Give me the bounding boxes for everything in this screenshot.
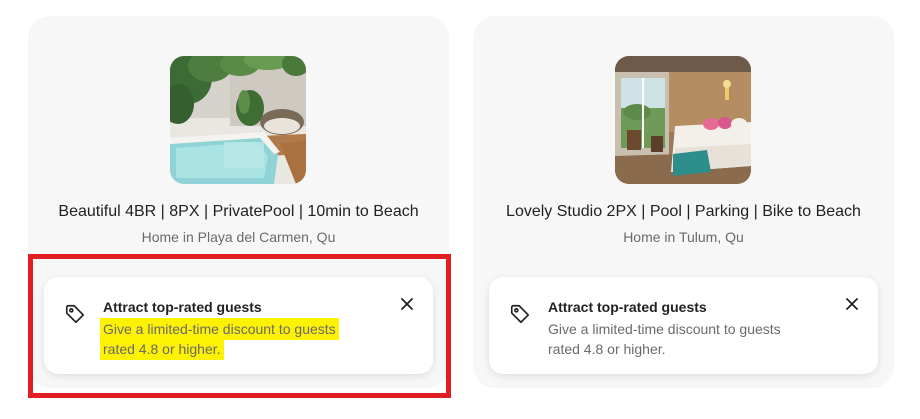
tip-body: Give a limited-time discount to guests r… (548, 319, 818, 359)
listing-title[interactable]: Lovely Studio 2PX | Pool | Parking | Bik… (473, 202, 894, 222)
tip-body-line-2: rated 4.8 or higher. (103, 341, 221, 357)
listing-location: Home in Tulum, Qu (623, 229, 744, 245)
close-button[interactable] (842, 294, 862, 314)
tip-body-line-1: Give a limited-time discount to guests (548, 321, 781, 337)
listing-card-2[interactable]: Lovely Studio 2PX | Pool | Parking | Bik… (473, 16, 894, 388)
close-icon (846, 298, 858, 310)
listing-title[interactable]: Beautiful 4BR | 8PX | PrivatePool | 10mi… (28, 202, 449, 222)
listing-photo-pool[interactable] (170, 56, 306, 184)
tip-title: Attract top-rated guests (103, 299, 262, 315)
tip-card: Attract top-rated guests Give a limited-… (489, 277, 878, 374)
bedroom-photo-image (615, 56, 751, 184)
close-button[interactable] (397, 294, 417, 314)
listing-card-1[interactable]: Beautiful 4BR | 8PX | PrivatePool | 10mi… (28, 16, 449, 388)
pool-photo-image (170, 56, 306, 184)
tip-card: Attract top-rated guests Give a limited-… (44, 277, 433, 374)
tip-body-line-1: Give a limited-time discount to guests (103, 321, 336, 337)
close-icon (401, 298, 413, 310)
tag-icon (64, 303, 86, 325)
tip-body-line-2: rated 4.8 or higher. (548, 341, 666, 357)
tag-icon (509, 303, 531, 325)
tip-body: Give a limited-time discount to guests r… (103, 319, 373, 359)
listing-photo-bedroom[interactable] (615, 56, 751, 184)
tip-title: Attract top-rated guests (548, 299, 707, 315)
listing-location: Home in Playa del Carmen, Qu (141, 229, 336, 245)
